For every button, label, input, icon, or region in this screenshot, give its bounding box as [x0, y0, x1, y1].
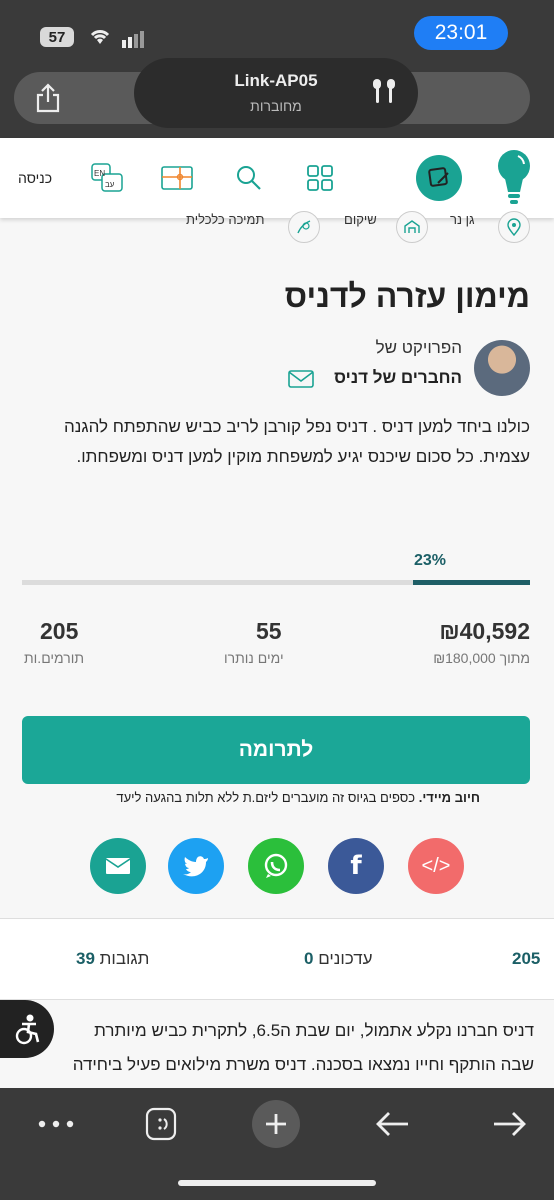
financial-support-icon[interactable] [288, 211, 320, 243]
language-switch-icon[interactable]: EN עב [90, 162, 124, 194]
embed-code-icon[interactable]: </> [408, 838, 464, 894]
email-share-icon[interactable] [90, 838, 146, 894]
raised-amount: ₪40,592 [439, 618, 530, 644]
facebook-icon[interactable]: f [328, 838, 384, 894]
share-icon[interactable] [30, 80, 66, 116]
tab-updates-label: עדכונים [318, 949, 373, 968]
gift-card-icon[interactable] [160, 162, 194, 194]
content-tabs: 205 עדכונים 0 תגובות 39 [0, 919, 554, 999]
tab-comments[interactable]: תגובות 39 [76, 949, 149, 969]
tab-comments-count: 39 [76, 949, 95, 968]
page-title: מימון עזרה לדניס [284, 278, 530, 314]
tabs-icon[interactable] [142, 1106, 180, 1142]
category-rehab[interactable]: שיקום [344, 212, 377, 244]
story-line: שבה הותקף וחייו נמצאו בסכנה. דניס משרת מ… [72, 1055, 534, 1074]
create-project-icon[interactable] [416, 155, 462, 201]
tab-updates-count: 0 [304, 949, 314, 968]
donors-label: תורמים.ות [24, 650, 85, 666]
svg-text:עב: עב [105, 180, 115, 189]
whatsapp-icon[interactable] [248, 838, 304, 894]
tab-comments-label: תגובות [99, 949, 150, 968]
project-owner-link[interactable]: החברים של דניס [334, 368, 462, 388]
airpods-icon [370, 76, 398, 111]
location-icon[interactable] [498, 211, 530, 243]
tab-donors[interactable]: 205 [512, 949, 540, 969]
story-text: דניס חברנו נקלע אתמול, יום שבת ה6.5, לתק… [14, 1014, 534, 1082]
login-link[interactable]: כניסה [18, 170, 52, 186]
story-line: דניס חברנו נקלע אתמול, יום שבת ה6.5, לתק… [94, 1021, 534, 1040]
grid-menu-icon[interactable] [303, 162, 337, 194]
category-financial[interactable]: תמיכה כלכלית [186, 212, 264, 244]
days-left-count: 55 [256, 618, 282, 644]
project-description: כולנו ביחד למען דניס . דניס נפל קורבן לר… [63, 417, 530, 466]
battery-indicator: 57 [40, 27, 74, 47]
category-garden[interactable]: גן נר [450, 212, 475, 244]
search-icon[interactable] [232, 162, 266, 194]
signal-icon [122, 30, 146, 48]
site-header: כניסה EN עב [0, 138, 554, 218]
airpods-notification[interactable]: Link-AP05 מחוברות [134, 58, 418, 128]
project-of-label: הפרויקט של [375, 338, 462, 357]
tab-updates[interactable]: עדכונים 0 [304, 949, 373, 969]
owner-avatar[interactable] [474, 340, 530, 396]
donors-count: 205 [40, 618, 79, 644]
donate-button[interactable]: לתרומה [22, 716, 530, 784]
status-time: 23:01 [414, 16, 508, 50]
tab-donors-count: 205 [512, 949, 541, 968]
days-left-label: ימים נותרו [224, 650, 284, 666]
progress-bar-fill [413, 580, 530, 585]
contact-owner-mail-icon[interactable] [288, 370, 314, 393]
twitter-icon[interactable] [168, 838, 224, 894]
charge-notice-bold: חיוב מיידי. [418, 790, 480, 805]
more-options-icon[interactable] [36, 1106, 76, 1142]
new-tab-icon[interactable] [252, 1100, 300, 1148]
goal-amount: מתוך ₪180,000 [433, 650, 530, 666]
section-divider [0, 999, 554, 1000]
wifi-icon [88, 26, 112, 51]
charge-notice: חיוב מיידי. כספים בגיוס זה מועברים ליזם.… [116, 790, 480, 805]
svg-text:EN: EN [94, 169, 105, 178]
site-logo-bulb-icon[interactable] [494, 148, 534, 211]
progress-percent: 23% [414, 552, 447, 569]
forward-arrow-icon[interactable] [490, 1106, 528, 1142]
rehab-icon[interactable] [396, 211, 428, 243]
charge-notice-text: כספים בגיוס זה מועברים ליזם.ת ללא תלות ב… [116, 790, 419, 805]
back-arrow-icon[interactable] [374, 1106, 412, 1142]
progress-bar [22, 580, 530, 585]
home-indicator [178, 1180, 376, 1186]
